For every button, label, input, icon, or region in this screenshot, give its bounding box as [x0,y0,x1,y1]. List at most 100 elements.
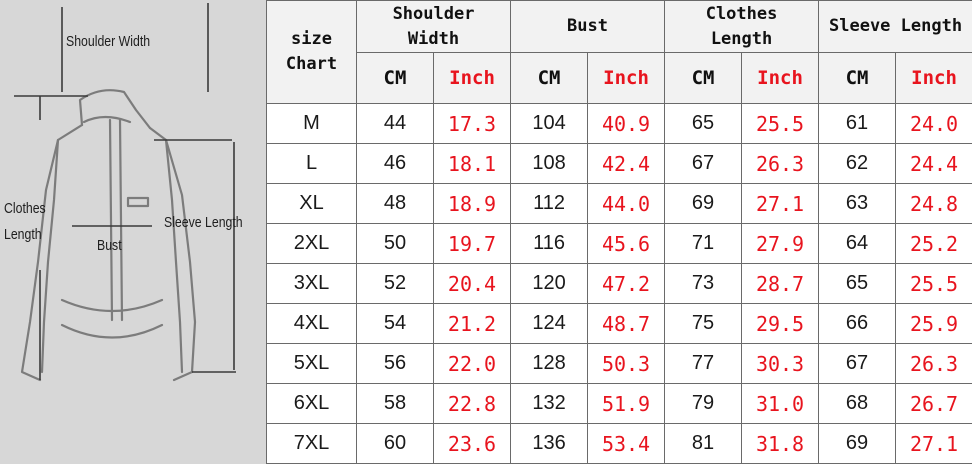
size-cell: 3XL [266,263,357,304]
unit-inch-label: Inch [449,67,495,89]
header-clothes-length: Clothes Length [664,0,820,53]
header-shoulder-width: Shoulder Width [355,0,512,53]
shoulder-width-label: Shoulder Width [66,33,151,50]
size-cell: 6XL [266,383,357,424]
unit-cm-header: CM [510,52,589,104]
cm-value-cell: 46 [356,143,434,184]
table-row: 5XL 56 22.0 128 50.3 77 30.3 67 26.3 [266,343,972,384]
cm-value-cell: 68 [818,383,897,424]
cm-value-cell: 63 [818,183,897,224]
cm-value-cell: 108 [510,143,589,184]
header-bust-line1: Bust [567,16,608,36]
size-cell: L [266,143,357,184]
corner-header: size Chart [266,0,357,104]
inch-value-cell: 48.7 [587,303,666,344]
cm-value-cell: 58 [356,383,434,424]
unit-cm-header: CM [356,52,434,104]
header-row-groups: size Chart Shoulder Width Bust Clothes L… [266,0,972,104]
size-cell: 7XL [266,423,357,464]
cm-value-cell: 61 [818,103,897,144]
cm-value-cell: 65 [664,103,743,144]
unit-cm-label: CM [691,67,715,89]
inch-value-cell: 25.5 [895,263,972,304]
cm-value-cell: 60 [356,423,434,464]
sleeve-length-label: Sleeve Length [164,214,243,231]
size-chart-table: size Chart Shoulder Width Bust Clothes L… [266,0,972,464]
size-cell: 4XL [266,303,357,344]
cm-value-cell: 116 [510,223,589,264]
cm-value-cell: 120 [510,263,589,304]
unit-inch-header: Inch [432,52,512,104]
inch-value-cell: 21.2 [432,303,512,344]
inch-value-cell: 26.7 [895,383,972,424]
cm-value-cell: 112 [510,183,589,224]
table-row: 7XL 60 23.6 136 53.4 81 31.8 69 27.1 [266,423,972,464]
header-sleeve-length: Sleeve Length [818,0,972,53]
cm-value-cell: 64 [818,223,897,264]
size-cell: 5XL [266,343,357,384]
unit-cm-label: CM [537,67,561,89]
inch-value-cell: 22.0 [432,343,512,384]
header-clothes-line2: Length [710,28,773,49]
inch-value-cell: 26.3 [741,143,820,184]
inch-value-cell: 28.7 [741,263,820,304]
unit-inch-header: Inch [741,52,820,104]
unit-cm-label: CM [845,67,869,89]
inch-value-cell: 25.5 [741,103,820,144]
cm-value-cell: 66 [818,303,897,344]
table-row: 2XL 50 19.7 116 45.6 71 27.9 64 25.2 [266,223,972,264]
cm-value-cell: 128 [510,343,589,384]
unit-inch-header: Inch [587,52,666,104]
inch-value-cell: 24.0 [895,103,972,144]
inch-value-cell: 24.4 [895,143,972,184]
cm-value-cell: 67 [664,143,743,184]
unit-cm-header: CM [818,52,897,104]
cm-value-cell: 71 [664,223,743,264]
cm-value-cell: 136 [510,423,589,464]
inch-value-cell: 26.3 [895,343,972,384]
inch-value-cell: 42.4 [587,143,666,184]
unit-inch-header: Inch [895,52,972,104]
corner-line1: size [291,29,332,49]
inch-value-cell: 20.4 [432,263,512,304]
cm-value-cell: 124 [510,303,589,344]
table-row: M 44 17.3 104 40.9 65 25.5 61 24.0 [266,103,972,144]
header-shoulder-line1: Shoulder [392,3,475,24]
inch-value-cell: 31.0 [741,383,820,424]
corner-line2: Chart [285,54,338,74]
inch-value-cell: 45.6 [587,223,666,264]
inch-value-cell: 18.1 [432,143,512,184]
cm-value-cell: 56 [356,343,434,384]
header-sleeve-line1: Sleeve Length [829,16,963,36]
cm-value-cell: 69 [818,423,897,464]
clothes-length-label-line1: Clothes [4,200,46,217]
cm-value-cell: 75 [664,303,743,344]
unit-inch-label: Inch [603,67,649,89]
inch-value-cell: 25.2 [895,223,972,264]
unit-cm-header: CM [664,52,743,104]
inch-value-cell: 24.8 [895,183,972,224]
inch-value-cell: 27.1 [895,423,972,464]
cm-value-cell: 54 [356,303,434,344]
inch-value-cell: 17.3 [432,103,512,144]
cm-value-cell: 67 [818,343,897,384]
cm-value-cell: 52 [356,263,434,304]
header-shoulder-line2: Width [407,28,460,49]
unit-cm-label: CM [383,67,407,89]
cm-value-cell: 69 [664,183,743,224]
header-row-units: CM Inch CM Inch CM Inch CM Inch [267,52,972,104]
inch-value-cell: 53.4 [587,423,666,464]
clothes-length-label-line2: Length [4,226,42,243]
table-row: XL 48 18.9 112 44.0 69 27.1 63 24.8 [266,183,972,224]
unit-inch-label: Inch [911,67,957,89]
inch-value-cell: 51.9 [587,383,666,424]
table-row: 4XL 54 21.2 124 48.7 75 29.5 66 25.9 [266,303,972,344]
inch-value-cell: 44.0 [587,183,666,224]
inch-value-cell: 18.9 [432,183,512,224]
size-cell: 2XL [266,223,357,264]
size-cell: XL [266,183,357,224]
inch-value-cell: 29.5 [741,303,820,344]
inch-value-cell: 30.3 [741,343,820,384]
header-bust: Bust [510,0,666,53]
cm-value-cell: 77 [664,343,743,384]
